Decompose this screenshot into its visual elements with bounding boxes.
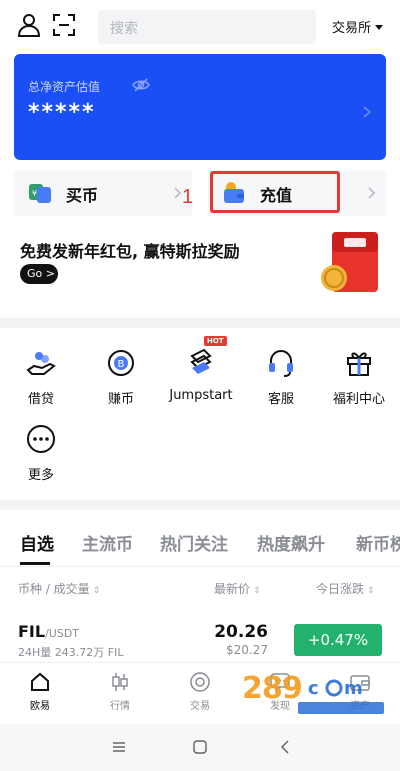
promo-banner[interactable]: 免费发新年红包, 赢特斯拉奖励 Go >: [0, 222, 400, 318]
tab-rising[interactable]: 热度飙升: [257, 530, 325, 555]
search-placeholder: 搜索: [110, 21, 138, 37]
buy-crypto-label: 买币: [66, 186, 99, 205]
more-dots-icon: [27, 425, 55, 453]
service-label: 福利中心: [332, 392, 385, 407]
nav-home[interactable]: 欧易: [10, 671, 70, 712]
market-tabs: 自选 主流币 热门关注 热度飙升 新币榜: [0, 510, 400, 564]
coin-pair: FIL/USDT: [18, 622, 79, 641]
buy-crypto-button[interactable]: ¥ 买币: [14, 170, 192, 216]
menu-icon[interactable]: [110, 738, 128, 756]
scan-icon[interactable]: [52, 13, 76, 37]
loan-icon: [26, 352, 56, 375]
top-bar: 搜索 交易所: [0, 0, 400, 52]
watermark-logo: 2 8 9 c m: [242, 671, 384, 714]
coin-price-usd: $20.27: [226, 643, 268, 657]
asset-section: 总净资产估值 *****: [0, 52, 400, 164]
svg-text:B: B: [118, 359, 125, 370]
candlestick-icon: [112, 673, 128, 691]
hot-badge: HOT: [204, 336, 227, 346]
buy-crypto-icon: ¥: [29, 184, 51, 203]
back-icon[interactable]: [276, 738, 294, 756]
svg-text:8: 8: [262, 671, 283, 706]
exchange-switcher[interactable]: 交易所: [332, 17, 384, 36]
home-icon: [31, 672, 49, 691]
caret-down-icon: [375, 25, 384, 30]
svg-text:9: 9: [282, 671, 303, 706]
chevron-right-icon: [368, 187, 376, 199]
tab-new-coins[interactable]: 新币榜: [356, 530, 400, 555]
service-loan[interactable]: 借贷: [6, 348, 76, 407]
svg-text:2: 2: [242, 671, 263, 706]
chevron-right-icon: [363, 106, 372, 118]
promo-go-button[interactable]: Go >: [20, 264, 58, 284]
column-price[interactable]: 最新价 ⇕: [214, 580, 261, 597]
service-jumpstart[interactable]: HOT Jumpstart: [166, 336, 236, 403]
change-badge[interactable]: +0.47%: [294, 624, 382, 656]
service-label: 客服: [267, 392, 294, 407]
nav-label: 欧易: [30, 701, 50, 712]
asset-card[interactable]: 总净资产估值 *****: [14, 54, 386, 160]
system-nav-bar: [0, 724, 400, 771]
search-input[interactable]: 搜索: [98, 10, 316, 44]
divider: [0, 566, 400, 567]
column-coin-volume[interactable]: 币种 / 成交量 ⇕: [18, 580, 100, 597]
svg-text:c: c: [308, 678, 319, 699]
promo-text: 免费发新年红包, 赢特斯拉奖励: [20, 242, 240, 261]
nav-label: 交易: [190, 701, 210, 712]
nav-trade[interactable]: 交易: [170, 671, 230, 712]
column-change[interactable]: 今日涨跌 ⇕: [316, 580, 375, 597]
coin-volume: 24H量 243.72万 FIL: [18, 646, 124, 659]
trade-icon: [190, 672, 210, 692]
coin-price: 20.26: [214, 622, 268, 642]
jumpstart-icon: [190, 348, 212, 374]
column-label: 币种 / 成交量: [18, 582, 90, 596]
market-section: 自选 主流币 热门关注 热度飙升 新币榜 币种 / 成交量 ⇕ 最新价 ⇕ 今日涨跌…: [0, 510, 400, 662]
eye-hidden-icon[interactable]: [132, 78, 150, 92]
tab-mainstream[interactable]: 主流币: [82, 530, 133, 555]
service-more[interactable]: 更多: [6, 424, 76, 483]
user-profile-icon[interactable]: [16, 12, 42, 38]
coin-symbol: FIL: [18, 622, 46, 641]
nav-markets[interactable]: 行情: [90, 671, 150, 712]
quick-actions: ¥ 买币 充值: [0, 164, 400, 222]
chevron-right-icon: [174, 187, 182, 199]
tab-favorites[interactable]: 自选: [20, 530, 54, 555]
service-rewards[interactable]: 福利中心: [324, 348, 394, 407]
exchange-label: 交易所: [332, 21, 372, 36]
svg-text:¥: ¥: [32, 189, 37, 198]
asset-label: 总净资产估值: [28, 80, 101, 94]
svg-text:m: m: [344, 678, 363, 699]
gift-icon: [347, 352, 371, 376]
service-support[interactable]: 客服: [246, 348, 316, 407]
coin-quote: /USDT: [45, 627, 80, 640]
service-label: 借贷: [27, 392, 54, 407]
home-square-icon[interactable]: [191, 738, 209, 756]
asset-value: *****: [28, 100, 96, 125]
annotation-highlight-box: [210, 171, 340, 213]
nav-label: 行情: [110, 701, 130, 712]
service-earn[interactable]: B 赚币: [86, 348, 156, 407]
earn-coin-icon: B: [108, 350, 134, 376]
red-envelope-icon: [321, 232, 378, 292]
services-grid: 借贷 B 赚币 HOT Jumpstart 客服 福利中心 更多: [0, 328, 400, 500]
active-tab-indicator: [20, 562, 50, 565]
tab-trending[interactable]: 热门关注: [160, 530, 228, 555]
headset-icon: [269, 350, 293, 377]
sort-icon: ⇕: [367, 586, 375, 596]
service-label: 赚币: [107, 392, 134, 407]
service-label: 更多: [27, 468, 54, 483]
sort-icon: ⇕: [253, 586, 261, 596]
column-label: 最新价: [214, 582, 251, 596]
annotation-step-number: 1: [182, 186, 194, 208]
service-label: Jumpstart: [169, 388, 233, 403]
column-label: 今日涨跌: [316, 582, 365, 596]
sort-icon: ⇕: [92, 586, 101, 596]
